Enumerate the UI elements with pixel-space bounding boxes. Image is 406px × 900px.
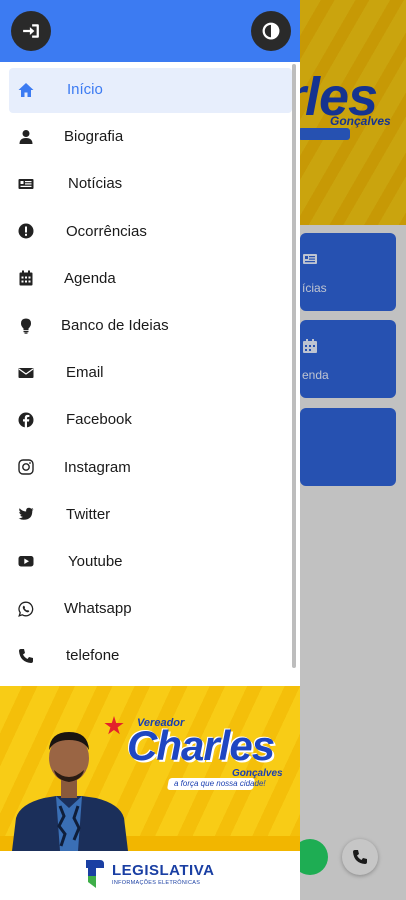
- menu-item-label: Notícias: [68, 175, 123, 193]
- menu-item-label: Email: [66, 364, 104, 382]
- navigation-drawer: Início Biografia Notícias Ocorrências Ag…: [0, 0, 300, 900]
- whatsapp-icon: [18, 601, 34, 617]
- menu-item-noticias[interactable]: Notícias: [0, 160, 300, 207]
- legislativa-logo-tagline: INFORMAÇÕES ELETRÔNICAS: [112, 880, 201, 886]
- menu-item-instagram[interactable]: Instagram: [0, 444, 300, 491]
- menu-item-inicio[interactable]: Início: [0, 66, 300, 113]
- promo-banner: Vereador Charles Gonçalves a força que n…: [0, 686, 300, 851]
- lightbulb-icon: [18, 318, 34, 334]
- drawer-header: [0, 0, 300, 62]
- promo-title: Charles: [127, 722, 275, 769]
- user-icon: [18, 129, 34, 145]
- drawer-menu: Início Biografia Notícias Ocorrências Ag…: [0, 66, 300, 679]
- calendar-icon: [18, 270, 34, 286]
- facebook-icon: [18, 412, 34, 428]
- drawer-scrollbar[interactable]: [292, 64, 296, 668]
- menu-item-label: Instagram: [64, 458, 131, 476]
- twitter-icon: [18, 506, 34, 522]
- theme-toggle-button[interactable]: [251, 11, 291, 51]
- menu-item-label: Banco de Ideias: [61, 317, 169, 335]
- sign-in-icon: [23, 24, 39, 38]
- menu-item-label: Biografia: [64, 128, 124, 146]
- menu-item-biografia[interactable]: Biografia: [0, 113, 300, 160]
- instagram-icon: [18, 459, 34, 475]
- menu-item-youtube[interactable]: Youtube: [0, 538, 300, 585]
- menu-item-twitter[interactable]: Twitter: [0, 491, 300, 538]
- home-icon: [18, 82, 34, 98]
- menu-item-label: Agenda: [64, 269, 116, 287]
- menu-item-telefone[interactable]: telefone: [0, 632, 300, 679]
- legislativa-logo-text: LEGISLATIVA: [112, 862, 215, 879]
- menu-item-agenda[interactable]: Agenda: [0, 255, 300, 302]
- legislativa-logo-icon: [86, 860, 104, 888]
- menu-item-banco-de-ideias[interactable]: Banco de Ideias: [0, 302, 300, 349]
- youtube-icon: [18, 553, 34, 569]
- menu-item-whatsapp[interactable]: Whatsapp: [0, 585, 300, 632]
- menu-item-label: Ocorrências: [66, 222, 147, 240]
- login-button[interactable]: [11, 11, 51, 51]
- promo-slogan: a força que nossa cidade!: [174, 779, 266, 788]
- menu-item-label: Whatsapp: [64, 600, 132, 618]
- contrast-icon: [262, 22, 280, 40]
- menu-item-label: telefone: [66, 647, 120, 665]
- menu-item-email[interactable]: Email: [0, 349, 300, 396]
- phone-icon: [18, 648, 34, 664]
- envelope-icon: [18, 365, 34, 381]
- exclamation-icon: [18, 223, 34, 239]
- menu-item-ocorrencias[interactable]: Ocorrências: [0, 208, 300, 255]
- politician-photo: [12, 732, 128, 851]
- newspaper-icon: [18, 176, 34, 192]
- menu-item-label: Youtube: [68, 552, 123, 570]
- menu-item-label: Facebook: [66, 411, 132, 429]
- menu-item-facebook[interactable]: Facebook: [0, 396, 300, 443]
- menu-item-label: Twitter: [66, 505, 111, 523]
- menu-item-label: Início: [67, 81, 103, 99]
- active-highlight: [9, 68, 292, 113]
